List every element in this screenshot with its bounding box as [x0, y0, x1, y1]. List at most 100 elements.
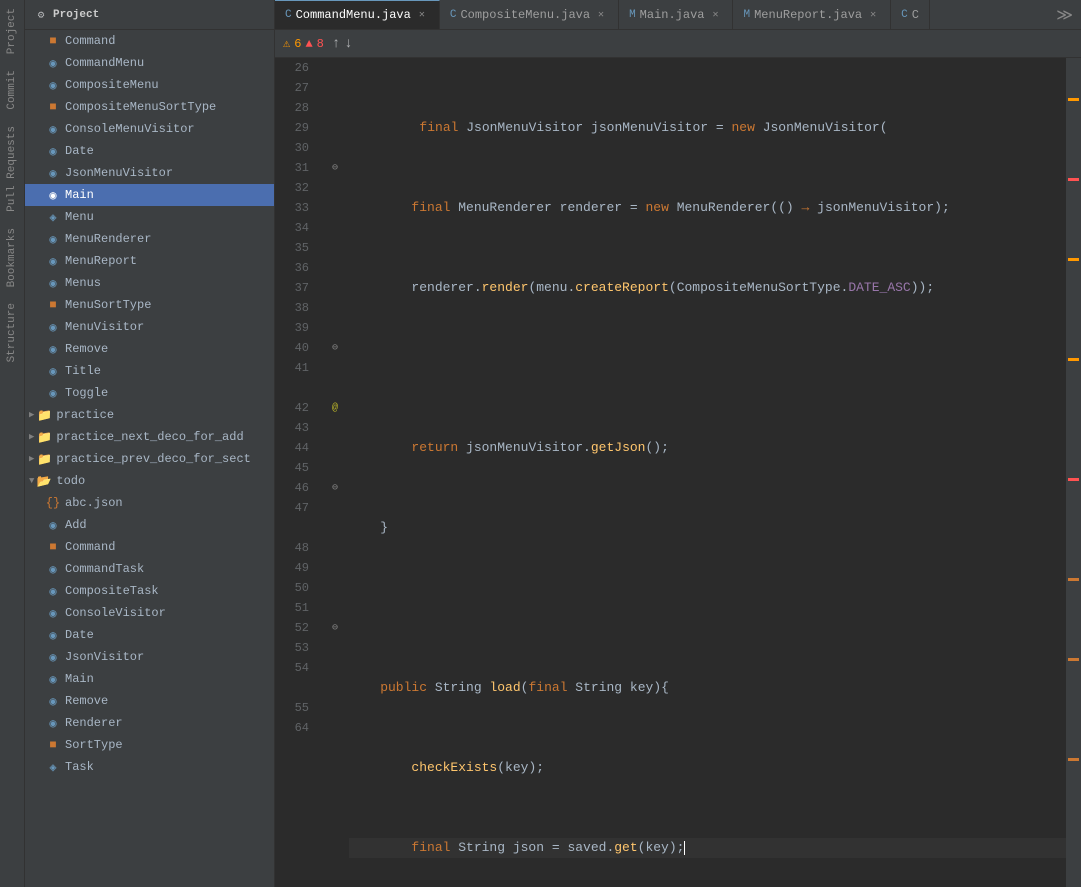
fold-icon-46[interactable]: ⊖	[332, 482, 338, 494]
keyword: public	[349, 678, 435, 698]
sidebar-item-add[interactable]: ◉ Add	[25, 514, 274, 536]
sidebar-item-command-top[interactable]: ■ Command	[25, 30, 274, 52]
sidebar-item-practice-next[interactable]: ▶ 📁 practice_next_deco_for_add	[25, 426, 274, 448]
sidebar-item-main-bottom[interactable]: ◉ Main	[25, 668, 274, 690]
sidebar-item-consolemenuvisitor[interactable]: ◉ ConsoleMenuVisitor	[25, 118, 274, 140]
gutter-53	[325, 638, 345, 658]
sidebar-item-compositemenu[interactable]: ◉ CompositeMenu	[25, 74, 274, 96]
sidebar-item-date-bottom[interactable]: ◉ Date	[25, 624, 274, 646]
sidebar-item-main-top[interactable]: ◉ Main	[25, 184, 274, 206]
sidebar-item-menus[interactable]: ◉ Menus	[25, 272, 274, 294]
left-tab-structure[interactable]: Structure	[2, 295, 22, 370]
left-tab-bookmarks[interactable]: Bookmarks	[2, 220, 22, 295]
tab-close-main[interactable]: ✕	[708, 8, 722, 22]
sidebar-item-task[interactable]: ◈ Task	[25, 756, 274, 778]
tab-close-menureport[interactable]: ✕	[866, 8, 880, 22]
line-num-33: 33	[275, 198, 317, 218]
sidebar-item-remove[interactable]: ◉ Remove	[25, 338, 274, 360]
type-ref: String	[458, 838, 505, 858]
navigate-up-button[interactable]: ↑	[332, 36, 340, 52]
gutter-34	[325, 218, 345, 238]
navigate-down-button[interactable]: ↓	[344, 36, 352, 52]
sidebar-item-renderer[interactable]: ◉ Renderer	[25, 712, 274, 734]
gutter-27	[325, 78, 345, 98]
folder-icon: 📁	[36, 429, 52, 445]
code-text: (menu.	[528, 278, 575, 298]
sidebar-item-toggle[interactable]: ◉ Toggle	[25, 382, 274, 404]
sidebar-item-todo[interactable]: ▼ 📂 todo	[25, 470, 274, 492]
sidebar-item-practice-prev[interactable]: ▶ 📁 practice_prev_deco_for_sect	[25, 448, 274, 470]
sidebar-item-abc-json[interactable]: {} abc.json	[25, 492, 274, 514]
tab-icon: C	[901, 9, 908, 21]
code-text: ));	[911, 278, 934, 298]
sidebar-item-menuvisitor[interactable]: ◉ MenuVisitor	[25, 316, 274, 338]
gutter-26	[325, 58, 345, 78]
keyword: final	[349, 198, 458, 218]
tab-close-compositemenu[interactable]: ✕	[594, 8, 608, 22]
sidebar-item-practice[interactable]: ▶ 📁 practice	[25, 404, 274, 426]
tab-main[interactable]: M Main.java ✕	[619, 0, 733, 30]
tab-label: CommandMenu.java	[296, 8, 411, 22]
tab-more-button[interactable]: ≫	[1048, 5, 1081, 25]
sidebar-item-remove-bottom[interactable]: ◉ Remove	[25, 690, 274, 712]
line-num-usage2	[275, 518, 317, 538]
sidebar-item-command-bottom[interactable]: ■ Command	[25, 536, 274, 558]
line-num-52: 52	[275, 618, 317, 638]
class-icon: ■	[45, 33, 61, 49]
editor-toolbar: ⚠ 6 ▲ 8 ↑ ↓	[275, 30, 1081, 58]
tab-c[interactable]: C C	[891, 0, 930, 30]
keyword: new	[731, 118, 762, 138]
line-num-55: 55	[275, 698, 317, 718]
sidebar-item-menurenderer[interactable]: ◉ MenuRenderer	[25, 228, 274, 250]
sidebar-item-consolevisitor[interactable]: ◉ ConsoleVisitor	[25, 602, 274, 624]
tab-icon: M	[743, 9, 750, 21]
sidebar-item-menureport[interactable]: ◉ MenuReport	[25, 250, 274, 272]
tab-menureport[interactable]: M MenuReport.java ✕	[733, 0, 891, 30]
line-num-41: 41	[275, 358, 317, 378]
method-call: get	[614, 838, 637, 858]
sidebar-item-menu[interactable]: ◈ Menu	[25, 206, 274, 228]
sidebar-item-compositemenusorttype[interactable]: ■ CompositeMenuSortType	[25, 96, 274, 118]
tab-compositemenu[interactable]: C CompositeMenu.java ✕	[440, 0, 619, 30]
sidebar-item-label: Add	[65, 518, 87, 532]
sidebar-item-jsonmenuvisitor[interactable]: ◉ JsonMenuVisitor	[25, 162, 274, 184]
line-num-43: 43	[275, 418, 317, 438]
gutter-52: ⊖	[325, 618, 345, 638]
line-num-30: 30	[275, 138, 317, 158]
line-num-50: 50	[275, 578, 317, 598]
sidebar-item-commandmenu[interactable]: ◉ CommandMenu	[25, 52, 274, 74]
code-content[interactable]: final JsonMenuVisitor jsonMenuVisitor = …	[345, 58, 1066, 887]
sidebar-item-commandtask[interactable]: ◉ CommandTask	[25, 558, 274, 580]
fold-icon-31[interactable]: ⊖	[332, 162, 338, 174]
class-icon: ◉	[45, 649, 61, 665]
sidebar-item-sorttype[interactable]: ■ SortType	[25, 734, 274, 756]
gutter-29	[325, 118, 345, 138]
class-icon: ◉	[45, 517, 61, 533]
class-icon: ◉	[45, 385, 61, 401]
sidebar-item-jsonvisitor[interactable]: ◉ JsonVisitor	[25, 646, 274, 668]
code-line-28: renderer.render(menu.createReport(Compos…	[349, 278, 1066, 298]
tab-commandmenu[interactable]: C CommandMenu.java ✕	[275, 0, 440, 30]
sidebar-item-menusorttype[interactable]: ■ MenuSortType	[25, 294, 274, 316]
code-text	[482, 678, 490, 698]
sidebar-item-compositetask[interactable]: ◉ CompositeTask	[25, 580, 274, 602]
gutter-64	[325, 718, 345, 738]
sidebar-item-label: Menus	[65, 276, 101, 290]
gutter-31: ⊖	[325, 158, 345, 178]
gutter-42: @	[325, 398, 345, 418]
scroll-marker-warning2	[1068, 258, 1079, 261]
code-text: }	[349, 518, 388, 538]
sidebar-item-date-top[interactable]: ◉ Date	[25, 140, 274, 162]
gear-icon[interactable]: ⚙	[33, 7, 49, 23]
gutter-38	[325, 298, 345, 318]
class-icon: ◉	[45, 671, 61, 687]
left-tab-pull-requests[interactable]: Pull Requests	[2, 118, 22, 220]
fold-icon-52[interactable]: ⊖	[332, 622, 338, 634]
sidebar-item-title[interactable]: ◉ Title	[25, 360, 274, 382]
tab-close-commandmenu[interactable]: ✕	[415, 8, 429, 22]
left-tab-project[interactable]: Project	[2, 0, 22, 62]
left-tab-commit[interactable]: Commit	[2, 62, 22, 118]
enum-icon: ■	[45, 737, 61, 753]
fold-icon-40[interactable]: ⊖	[332, 342, 338, 354]
editor-area: C CommandMenu.java ✕ C CompositeMenu.jav…	[275, 0, 1081, 887]
